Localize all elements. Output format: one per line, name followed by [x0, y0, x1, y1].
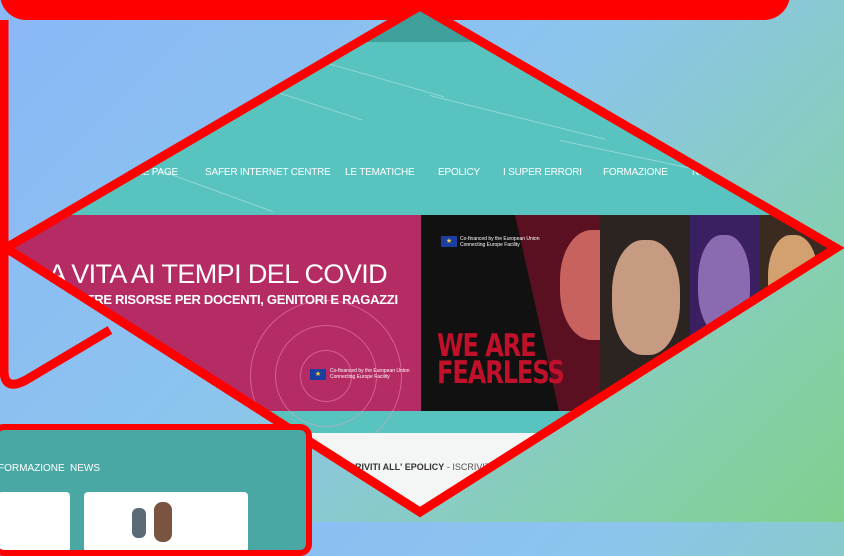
panel-nav-news[interactable]: NEWS	[70, 463, 100, 474]
header-streak	[299, 55, 445, 98]
we-are-fearless-logo: WE ARE FEARLESS	[437, 328, 565, 391]
eu-flag-icon: ★	[441, 236, 457, 247]
top-red-tab	[0, 0, 790, 20]
nav-item-news[interactable]: NEWS	[692, 167, 721, 178]
portrait-image	[612, 240, 680, 355]
nav-item-safer-internet-centre[interactable]: SAFER INTERNET CENTRE	[205, 167, 331, 178]
eu-cofinanced-label: Co-financed by the European Union Connec…	[330, 368, 410, 380]
main-navigation: HOME PAGE SAFER INTERNET CENTRE LE TEMAT…	[6, 167, 836, 183]
epolicy-announcement[interactable]: ISCRIVITI ALL' EPOLICY - ISCRIVITI SUBIT…	[340, 462, 529, 472]
news-card[interactable]	[84, 492, 248, 550]
panel-nav-formazione[interactable]: FORMAZIONE	[0, 463, 65, 474]
person-image	[132, 508, 146, 538]
nav-item-le-tematiche[interactable]: LE TEMATICHE	[345, 167, 415, 178]
eu-flag-icon: ★	[310, 369, 326, 380]
bottom-left-panel: FORMAZIONE NEWS	[0, 424, 312, 556]
news-card[interactable]	[0, 492, 70, 550]
nav-item-formazione[interactable]: FORMAZIONE	[603, 167, 668, 178]
covid-banner-subtitle: LE NOSTRE RISORSE PER DOCENTI, GENITORI …	[40, 292, 398, 307]
nav-item-home-page[interactable]: HOME PAGE	[120, 167, 178, 178]
portrait-image	[768, 235, 818, 325]
header-streak	[209, 70, 363, 121]
screenshot-collage: HOME PAGE SAFER INTERNET CENTRE LE TEMAT…	[0, 0, 844, 556]
covid-banner-title: LA VITA AI TEMPI DEL COVID	[34, 259, 388, 289]
person-image	[154, 502, 172, 542]
portrait-image	[698, 235, 750, 335]
header-streak	[429, 95, 605, 140]
nav-item-epolicy[interactable]: EPOLICY	[438, 167, 480, 178]
nav-item-i-super-errori[interactable]: I SUPER ERRORI	[503, 167, 582, 178]
eu-cofinanced-label: Co-financed by the European Union Connec…	[460, 236, 540, 248]
